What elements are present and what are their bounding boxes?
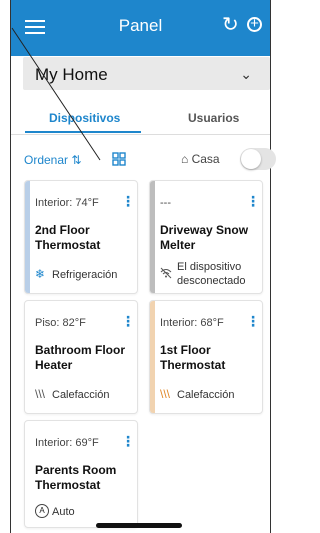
add-circle-icon[interactable]: + — [247, 16, 262, 32]
home-mode-label: ⌂ Casa — [181, 152, 220, 166]
device-card-bathroom-floor-heater[interactable]: Piso: 82°F ⋮ Bathroom Floor Heater \\\ C… — [24, 300, 138, 414]
device-mode: Refrigeración — [52, 269, 118, 281]
device-name: Parents Room Thermostat — [35, 463, 117, 492]
home-icon: ⌂ — [181, 152, 189, 166]
device-reading: Piso: 82°F — [35, 317, 86, 329]
device-mode: Calefacción — [52, 389, 110, 401]
active-tab-indicator — [25, 131, 141, 133]
grid-view-icon[interactable] — [112, 152, 126, 166]
device-card-driveway-snow-melter[interactable]: --- ⋮ Driveway Snow Melter El dispositiv… — [149, 180, 263, 294]
device-name: 2nd Floor Thermostat — [35, 223, 101, 252]
device-name: Driveway Snow Melter — [160, 223, 249, 252]
device-name: 1st Floor Thermostat — [160, 343, 226, 372]
chevron-down-icon: ⌄ — [240, 66, 252, 82]
wifi-off-icon — [160, 267, 172, 279]
home-indicator — [96, 523, 182, 528]
tab-dispositivos[interactable]: Dispositivos — [49, 111, 120, 125]
home-mode-toggle[interactable] — [240, 148, 276, 170]
home-selector-value: My Home — [35, 65, 108, 84]
snowflake-icon: ❄ — [35, 267, 46, 281]
more-options-icon[interactable]: ⋮ — [121, 314, 135, 328]
device-card-parents-room-thermostat[interactable]: Interior: 69°F ⋮ Parents Room Thermostat… — [24, 420, 138, 528]
device-reading: Interior: 68°F — [160, 317, 224, 329]
device-name: Bathroom Floor Heater — [35, 343, 125, 372]
heat-waves-icon: \\\ — [160, 387, 171, 401]
card-accent — [150, 181, 155, 293]
home-selector[interactable]: My Home ⌄ — [23, 57, 270, 90]
device-toolbar: Ordenar ⇅ ⌂ Casa — [11, 144, 276, 174]
sort-label: Ordenar — [24, 153, 69, 167]
tab-usuarios[interactable]: Usuarios — [188, 111, 239, 125]
sort-arrows-icon: ⇅ — [71, 153, 82, 167]
right-border — [270, 0, 271, 533]
refresh-icon[interactable]: ↻ — [222, 13, 239, 37]
sort-button[interactable]: Ordenar ⇅ — [24, 153, 81, 167]
more-options-icon[interactable]: ⋮ — [121, 434, 135, 448]
device-mode: El dispositivo desconectado — [177, 261, 246, 287]
top-app-bar: Panel ↻ + — [11, 0, 270, 56]
device-reading: --- — [160, 197, 171, 209]
heat-waves-icon: \\\ — [35, 387, 46, 401]
device-card-2nd-floor-thermostat[interactable]: Interior: 74°F ⋮ 2nd Floor Thermostat ❄ … — [24, 180, 138, 294]
card-accent — [25, 181, 30, 293]
left-border — [10, 0, 11, 533]
device-mode: Calefacción — [177, 389, 235, 401]
device-reading: Interior: 69°F — [35, 437, 99, 449]
device-mode: Auto — [52, 506, 75, 518]
more-options-icon[interactable]: ⋮ — [121, 194, 135, 208]
auto-mode-icon: A — [35, 504, 49, 518]
device-reading: Interior: 74°F — [35, 197, 99, 209]
card-accent — [150, 301, 155, 413]
more-options-icon[interactable]: ⋮ — [246, 194, 260, 208]
device-card-1st-floor-thermostat[interactable]: Interior: 68°F ⋮ 1st Floor Thermostat \\… — [149, 300, 263, 414]
more-options-icon[interactable]: ⋮ — [246, 314, 260, 328]
tab-bar: Dispositivos Usuarios — [11, 104, 270, 135]
